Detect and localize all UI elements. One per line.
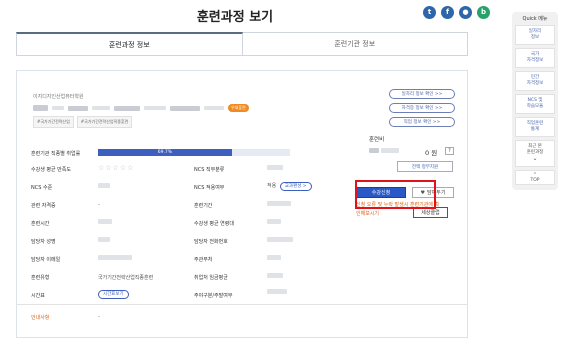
average-age-label: 수강생 평균 연령대	[194, 221, 234, 227]
manager-phone-label: 담당자 전화번호	[194, 239, 228, 245]
ncs-apply-label: NCS 적용여부	[194, 185, 225, 191]
timetable-value: 시간표보기	[98, 290, 129, 299]
satisfaction-stars: ☆☆☆☆☆	[98, 164, 135, 172]
manager-phone-value	[267, 237, 293, 243]
training-period-value	[267, 201, 291, 207]
top-label: TOP	[530, 178, 540, 183]
related-info-buttons: 일자리 정보 확인 >> 자격증 정보 확인 >> 직업 정보 확인 >>	[389, 89, 455, 127]
curriculum-button[interactable]: 교과편성 >	[279, 182, 312, 191]
ncs-category-value	[267, 165, 283, 171]
employment-rate-fill: 69.7%	[98, 149, 232, 156]
quick-item-ncs[interactable]: NCS 및 학습모듈	[515, 94, 555, 114]
manager-name-value	[98, 237, 110, 243]
tab-course-info[interactable]: 훈련과정 정보	[16, 32, 243, 55]
fee-original	[369, 148, 399, 154]
occupation-info-button[interactable]: 직업 정보 확인 >>	[389, 117, 455, 127]
training-period-label: 훈련기간	[194, 203, 213, 209]
related-license-label: 관련 자격증	[31, 203, 56, 209]
ministry-value	[267, 255, 281, 261]
fee-amount: 0 원	[425, 149, 438, 157]
license-info-button[interactable]: 자격증 정보 확인 >>	[389, 103, 455, 113]
highlight-box	[355, 180, 436, 209]
share-buttons: t f ● b	[423, 6, 490, 19]
quick-item-statistics[interactable]: 직업훈련 통계	[515, 117, 555, 137]
training-type-value: 국가기간전략산업직종훈련	[98, 275, 154, 281]
tab-institution-info[interactable]: 훈련기관 정보	[242, 32, 468, 55]
ncs-apply-value: 적용 교과편성 >	[267, 182, 312, 191]
preferred-badge: 우대훈련	[228, 104, 249, 112]
page-title: 훈련과정 보기	[196, 10, 274, 25]
employment-rate-bar: 69.7%	[98, 149, 290, 156]
average-age-value	[267, 219, 281, 225]
course-tag[interactable]: #국가기간전략산업직종훈련	[76, 116, 133, 128]
section-divider	[17, 304, 467, 305]
ncs-level-value	[98, 183, 110, 189]
manager-email-value	[98, 255, 132, 261]
fee-label: 훈련비	[369, 137, 385, 143]
satisfaction-label: 수강생 평균 만족도	[31, 167, 71, 173]
timetable-button[interactable]: 시간표보기	[98, 290, 129, 299]
chevron-down-icon: ⌄	[532, 155, 538, 163]
twitter-icon[interactable]: t	[423, 6, 436, 19]
average-wage-label: 취업처 임금평균	[194, 275, 228, 281]
quick-item-jobs[interactable]: 일자리 정보	[515, 25, 555, 45]
course-title: 우대훈련	[33, 104, 249, 112]
quick-item-recent[interactable]: 최근 본 훈련과정 ⌄	[515, 140, 555, 167]
quick-menu-title: Quick 메뉴	[522, 16, 548, 22]
course-tags: #국가기간전략산업 #국가기간전략산업직종훈련	[33, 116, 133, 128]
training-hours-value	[98, 219, 112, 225]
notice-line2: 인해보시기	[356, 211, 380, 217]
notice-section-value: -	[98, 314, 100, 320]
ministry-label: 주관부처	[194, 257, 213, 263]
employment-rate-label: 훈련기관 직종별 취업률	[31, 151, 81, 157]
ncs-level-label: NCS 수준	[31, 185, 53, 191]
day-night-label: 주야구분/주말여부	[194, 293, 233, 299]
manager-name-label: 담당자 성명	[31, 239, 56, 245]
timetable-label: 시간표	[31, 293, 45, 299]
help-icon[interactable]: ?	[445, 147, 454, 155]
job-info-button[interactable]: 일자리 정보 확인 >>	[389, 89, 455, 99]
top-button[interactable]: ⌃ TOP	[515, 170, 555, 185]
facebook-icon[interactable]: f	[441, 6, 454, 19]
tab-bar: 훈련과정 정보 훈련기관 정보	[16, 32, 468, 56]
related-license-value: -	[98, 202, 100, 208]
training-hours-label: 훈련시간	[31, 221, 50, 227]
average-wage-value	[267, 273, 283, 279]
ncs-apply-text: 적용	[267, 183, 277, 189]
band-icon[interactable]: b	[477, 6, 490, 19]
institution-name: 이지디지인산업뷰터학원	[33, 94, 84, 100]
manager-email-label: 담당자 이메일	[31, 257, 61, 263]
notice-section-label: 안내사항	[31, 315, 50, 321]
quick-menu: Quick 메뉴 일자리 정보 국가 자격정보 민간 자격정보 NCS 및 학습…	[512, 12, 558, 190]
full-support-button[interactable]: 전액 정부지원	[397, 161, 453, 172]
ncs-category-label: NCS 직무분류	[194, 167, 225, 173]
training-type-label: 훈련유형	[31, 275, 50, 281]
quick-item-national-license[interactable]: 국가 자격정보	[515, 48, 555, 68]
day-night-value	[267, 289, 287, 295]
recent-label: 최근 본 훈련과정	[526, 144, 544, 155]
kakao-icon[interactable]: ●	[459, 6, 472, 19]
course-tag[interactable]: #국가기간전략산업	[33, 116, 74, 128]
quick-item-private-license[interactable]: 민간 자격정보	[515, 71, 555, 91]
